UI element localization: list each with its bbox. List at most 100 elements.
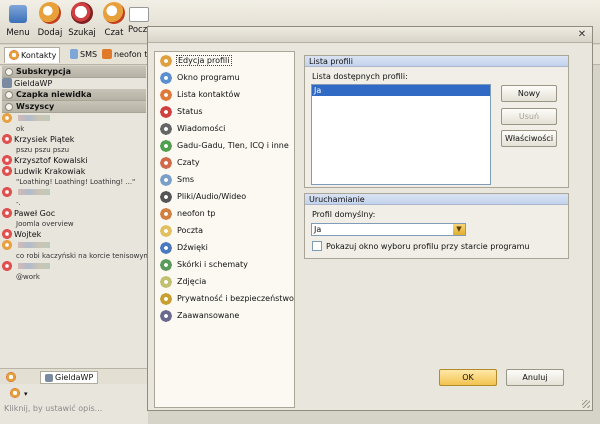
window-icon bbox=[160, 72, 172, 84]
category-item[interactable]: Czaty bbox=[155, 154, 294, 171]
phone-icon bbox=[102, 49, 112, 59]
contact-status-icon bbox=[2, 187, 12, 197]
search-icon bbox=[71, 2, 93, 24]
available-profiles-label: Lista dostępnych profili: bbox=[312, 72, 408, 81]
category-label: Sms bbox=[177, 175, 195, 184]
chat-button[interactable]: Czat bbox=[100, 2, 128, 42]
chevron-down-icon[interactable]: ▾ bbox=[24, 390, 28, 398]
category-label: Gadu-Gadu, Tlen, ICQ i inne bbox=[177, 141, 289, 150]
contact-row[interactable]: Krzysztof Kowalski bbox=[0, 155, 148, 166]
show-profile-chooser-checkbox[interactable] bbox=[312, 241, 322, 251]
chat-icon bbox=[103, 2, 125, 24]
contact-gieldawp[interactable]: GieldaWP bbox=[0, 78, 148, 89]
mail-icon bbox=[160, 225, 172, 237]
contact-description: co robi kaczyński na korcie tenisowym? bbox=[16, 252, 148, 260]
contact-description: Joomla overview bbox=[16, 220, 74, 228]
close-icon[interactable]: ✕ bbox=[576, 29, 588, 40]
contact-status-icon bbox=[2, 134, 12, 144]
add-contact-button[interactable]: Dodaj bbox=[36, 2, 64, 42]
tab-sms[interactable]: SMS bbox=[66, 47, 100, 63]
category-item[interactable]: Zdjęcia bbox=[155, 273, 294, 290]
status-selector-icon[interactable] bbox=[10, 388, 20, 398]
profile-properties-button[interactable]: Właściwości bbox=[501, 130, 557, 147]
contact-row[interactable] bbox=[0, 187, 148, 198]
contact-name: Krzysztof Kowalski bbox=[14, 156, 88, 165]
contact-row[interactable]: Paweł Goc bbox=[0, 208, 148, 219]
category-item[interactable]: Zaawansowane bbox=[155, 307, 294, 324]
contact-list-icon bbox=[160, 89, 172, 101]
chevron-down-icon[interactable]: ▼ bbox=[453, 224, 465, 235]
category-label: Lista kontaktów bbox=[177, 90, 240, 99]
category-item[interactable]: Prywatność i bezpieczeństwo bbox=[155, 290, 294, 307]
bot-icon bbox=[45, 374, 53, 382]
resize-grip[interactable] bbox=[582, 400, 590, 408]
category-label: Dźwięki bbox=[177, 243, 208, 252]
category-item[interactable]: Pliki/Audio/Wideo bbox=[155, 188, 294, 205]
contact-name: Wojtek bbox=[14, 230, 42, 239]
contact-status-icon bbox=[2, 113, 12, 123]
menu-button[interactable]: Menu bbox=[4, 2, 32, 42]
obscured-name bbox=[18, 115, 50, 121]
category-label: neofon tp bbox=[177, 209, 216, 218]
show-profile-chooser-label: Pokazuj okno wyboru profilu przy starcie… bbox=[326, 242, 530, 251]
category-label: Zdjęcia bbox=[177, 277, 207, 286]
tab-contacts[interactable]: Kontakty bbox=[4, 47, 61, 63]
delete-profile-button[interactable]: Usuń bbox=[501, 108, 557, 125]
contact-row[interactable]: Ludwik Krakowiak bbox=[0, 166, 148, 177]
status-icon bbox=[160, 106, 172, 118]
bot-icon bbox=[2, 78, 12, 88]
contact-row[interactable]: Krzysiek Piątek bbox=[0, 134, 148, 145]
contact-list: Subskrypcja GieldaWP Czapka niewidka Wsz… bbox=[0, 66, 148, 368]
contact-row[interactable] bbox=[0, 113, 148, 124]
contact-description: pszu pszu pszu bbox=[16, 146, 70, 154]
category-item[interactable]: Status bbox=[155, 103, 294, 120]
contact-status-icon bbox=[2, 240, 12, 250]
tab-neofon[interactable]: neofon t bbox=[98, 47, 150, 63]
category-label: Czaty bbox=[177, 158, 200, 167]
cancel-button[interactable]: Anuluj bbox=[506, 369, 564, 386]
category-item[interactable]: Edycja profili bbox=[155, 52, 294, 69]
status-description-input[interactable]: Kliknij, by ustawić opis... bbox=[4, 404, 144, 413]
category-item[interactable]: Lista kontaktów bbox=[155, 86, 294, 103]
category-item[interactable]: Okno programu bbox=[155, 69, 294, 86]
category-label: Prywatność i bezpieczeństwo bbox=[177, 294, 294, 303]
category-label: Status bbox=[177, 107, 203, 116]
category-list: Edycja profili Okno programu Lista kontakt… bbox=[154, 51, 295, 408]
category-label: Skórki i schematy bbox=[177, 260, 248, 269]
category-label: Zaawansowane bbox=[177, 311, 240, 320]
contact-row[interactable] bbox=[0, 240, 148, 251]
category-item[interactable]: neofon tp bbox=[155, 205, 294, 222]
category-item[interactable]: Wiadomości bbox=[155, 120, 294, 137]
contact-description: @work bbox=[16, 273, 40, 281]
obscured-name bbox=[18, 242, 50, 248]
category-item[interactable]: Skórki i schematy bbox=[155, 256, 294, 273]
category-item[interactable]: Gadu-Gadu, Tlen, ICQ i inne bbox=[155, 137, 294, 154]
contact-row[interactable] bbox=[0, 261, 148, 272]
contact-row[interactable]: Wojtek bbox=[0, 229, 148, 240]
sms-icon bbox=[70, 49, 78, 59]
group-invisible[interactable]: Czapka niewidka bbox=[2, 89, 146, 101]
new-profile-button[interactable]: Nowy bbox=[501, 85, 557, 102]
profile-item[interactable]: Ja bbox=[312, 85, 490, 96]
contacts-icon bbox=[9, 50, 19, 60]
category-item[interactable]: Dźwięki bbox=[155, 239, 294, 256]
contact-status-icon bbox=[2, 229, 12, 239]
contact-rows: ok Krzysiek Piątek pszu pszu pszu Krzysztof… bbox=[0, 113, 148, 282]
dialog-titlebar: ✕ bbox=[148, 27, 592, 43]
group-all[interactable]: Wszyscy bbox=[2, 101, 146, 113]
status-icon[interactable] bbox=[6, 372, 16, 382]
messages-icon bbox=[160, 123, 172, 135]
status-area: ▾ Kliknij, by ustawić opis... bbox=[0, 384, 148, 424]
profiles-listbox[interactable]: Ja bbox=[311, 84, 491, 185]
default-profile-select[interactable]: Ja ▼ bbox=[311, 223, 466, 236]
search-button[interactable]: Szukaj bbox=[66, 2, 98, 42]
category-label: Wiadomości bbox=[177, 124, 226, 133]
category-item[interactable]: Poczta bbox=[155, 222, 294, 239]
category-label: Pliki/Audio/Wideo bbox=[177, 192, 247, 201]
group-subscription[interactable]: Subskrypcja bbox=[2, 66, 146, 78]
tab-gieldawp[interactable]: GieldaWP bbox=[40, 371, 99, 384]
contact-name: Paweł Goc bbox=[14, 209, 56, 218]
category-item[interactable]: Sms bbox=[155, 171, 294, 188]
ok-button[interactable]: OK bbox=[439, 369, 497, 386]
contact-name: Ludwik Krakowiak bbox=[14, 167, 86, 176]
